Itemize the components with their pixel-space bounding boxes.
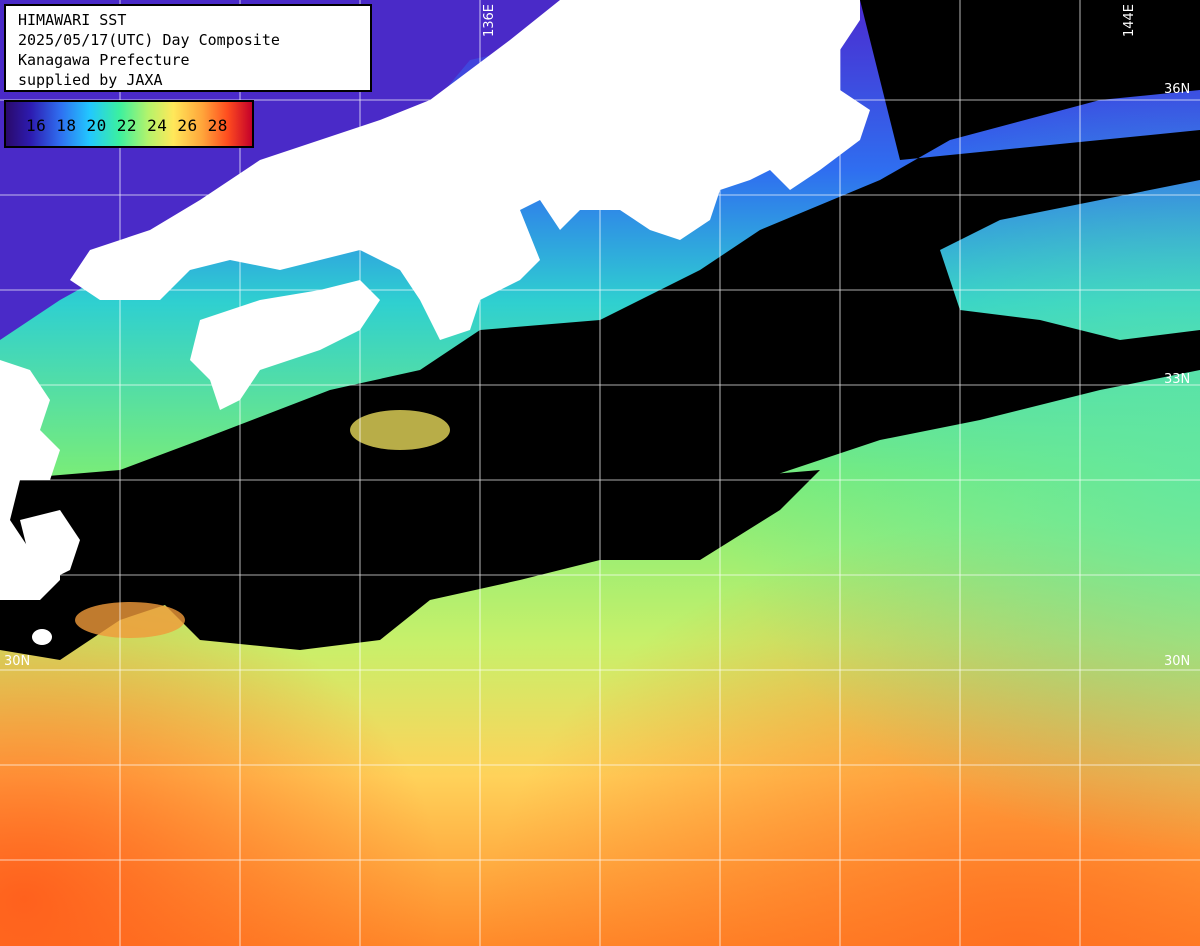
island — [780, 142, 800, 158]
lat-label-33n: 33N — [1164, 372, 1191, 387]
map-caption: HIMAWARI SST 2025/05/17(UTC) Day Composi… — [4, 4, 372, 92]
lon-label-144e: 144E — [1122, 4, 1137, 38]
legend-tick-16: 16 — [26, 116, 47, 135]
caption-title: HIMAWARI SST — [18, 11, 127, 29]
legend-tick-20: 20 — [86, 116, 107, 135]
lat-label-30n-left: 30N — [4, 654, 31, 669]
warm-patch — [350, 410, 450, 450]
legend-tick-labels: 16 18 20 22 24 26 28 — [26, 116, 228, 135]
lat-label-36n: 36N — [1164, 82, 1191, 97]
legend-tick-28: 28 — [207, 116, 228, 135]
caption-source: supplied by JAXA — [18, 71, 163, 89]
temperature-legend: 16 18 20 22 24 26 28 — [4, 100, 254, 148]
caption-region: Kanagawa Prefecture — [18, 51, 190, 69]
legend-tick-22: 22 — [116, 116, 138, 135]
legend-tick-26: 26 — [177, 116, 198, 135]
lon-label-136e: 136E — [482, 4, 497, 38]
legend-tick-18: 18 — [56, 116, 77, 135]
island — [482, 151, 498, 179]
island — [32, 629, 52, 645]
warm-patch — [75, 602, 185, 638]
lat-label-30n: 30N — [1164, 654, 1191, 669]
legend-tick-24: 24 — [147, 116, 168, 135]
caption-date: 2025/05/17(UTC) Day Composite — [18, 31, 280, 49]
